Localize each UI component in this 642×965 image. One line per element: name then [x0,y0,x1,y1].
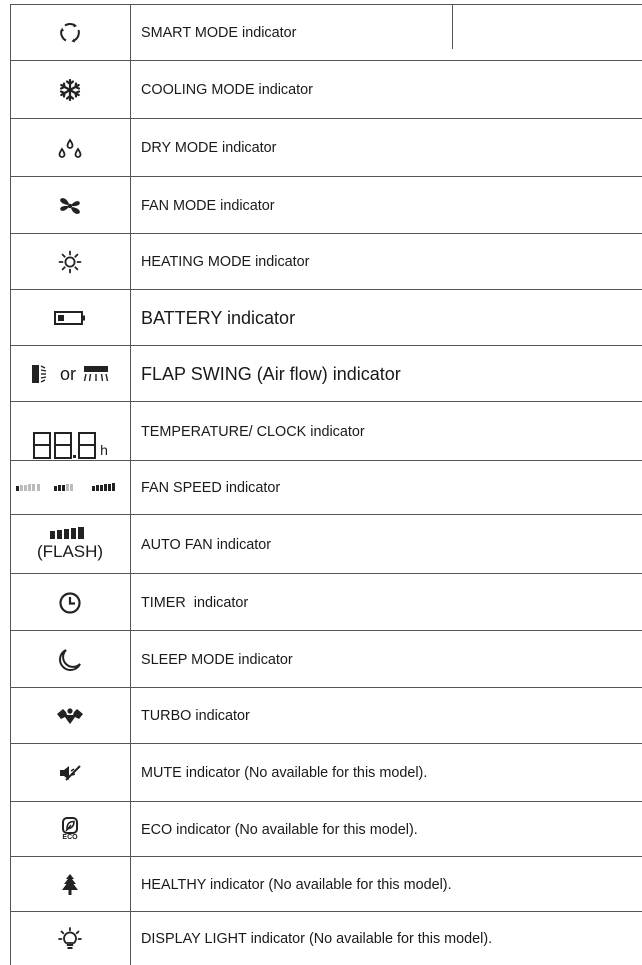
indicator-label: SMART MODE indicator [141,25,297,41]
indicator-label: ECO indicator (No available for this mod… [141,821,418,838]
healthy-icon [62,873,78,895]
indicator-label: FAN MODE indicator [141,197,275,214]
table-row: FAN SPEED indicator [10,461,642,515]
table-row: HEATING MODE indicator [10,234,642,290]
mute-icon [60,765,81,781]
table-row: FAN MODE indicator [10,177,642,234]
horizontal-swing-icon [83,366,109,382]
eco-text: ECO [62,834,78,841]
smart-mode-icon [60,23,80,43]
indicator-label: TIMER indicator [141,594,249,611]
table-row: or FLAP SWING (Air flow) indicator [10,346,642,402]
turbo-icon [57,708,83,724]
auto-fan-bars-icon [50,527,84,539]
sleep-mode-icon [59,648,81,671]
indicator-label: FAN SPEED indicator [141,480,281,496]
table-row: DISPLAY LIGHT indicator (No available fo… [10,912,642,965]
display-light-icon [58,926,82,949]
timer-icon [59,591,81,614]
indicator-label: COOLING MODE indicator [141,82,313,98]
cooling-mode-icon [59,79,81,101]
heating-mode-icon [58,250,82,274]
table-row: HEALTHY indicator (No available for this… [10,857,642,912]
hour-unit-text: h [100,442,108,458]
fan-mode-icon [60,197,80,214]
fan-speed-bars-icon [16,483,115,491]
table-row: TURBO indicator [10,688,642,744]
vertical-swing-icon [31,365,47,383]
table-row: MUTE indicator (No available for this mo… [10,744,642,802]
indicator-label: TURBO indicator [141,708,250,724]
or-text: or [59,363,76,384]
indicator-label: DISPLAY LIGHT indicator (No available fo… [141,930,493,947]
table-row: (FLASH) AUTO FAN indicator [10,515,642,574]
dry-mode-icon [58,138,82,158]
indicator-label: BATTERY indicator [141,307,296,328]
table-row: COOLING MODE indicator [10,61,642,119]
table-row: DRY MODE indicator [10,119,642,177]
indicator-label: HEATING MODE indicator [141,254,310,270]
indicator-label: MUTE indicator (No available for this mo… [141,765,428,781]
table-row: ECO ECO indicator (No available for this… [10,802,642,857]
flash-text: (FLASH) [36,542,104,561]
indicator-label: SLEEP MODE indicator [141,651,293,668]
indicator-label: DRY MODE indicator [141,140,277,156]
table-row: SMART MODE indicator [10,5,642,61]
indicator-label: AUTO FAN indicator [141,536,272,553]
indicator-label: FLAP SWING (Air flow) indicator [141,363,401,384]
indicator-label: HEALTHY indicator (No available for this… [141,876,452,893]
table-row: h TEMPERATURE/ CLOCK indicator [10,402,642,461]
battery-icon [54,311,85,325]
table-row: SLEEP MODE indicator [10,631,642,688]
indicator-label: TEMPERATURE/ CLOCK indicator [141,423,365,440]
eco-icon [62,817,78,834]
seven-segment-display-icon [33,432,97,459]
table-row: TIMER indicator [10,574,642,631]
table-row: BATTERY indicator [10,290,642,346]
